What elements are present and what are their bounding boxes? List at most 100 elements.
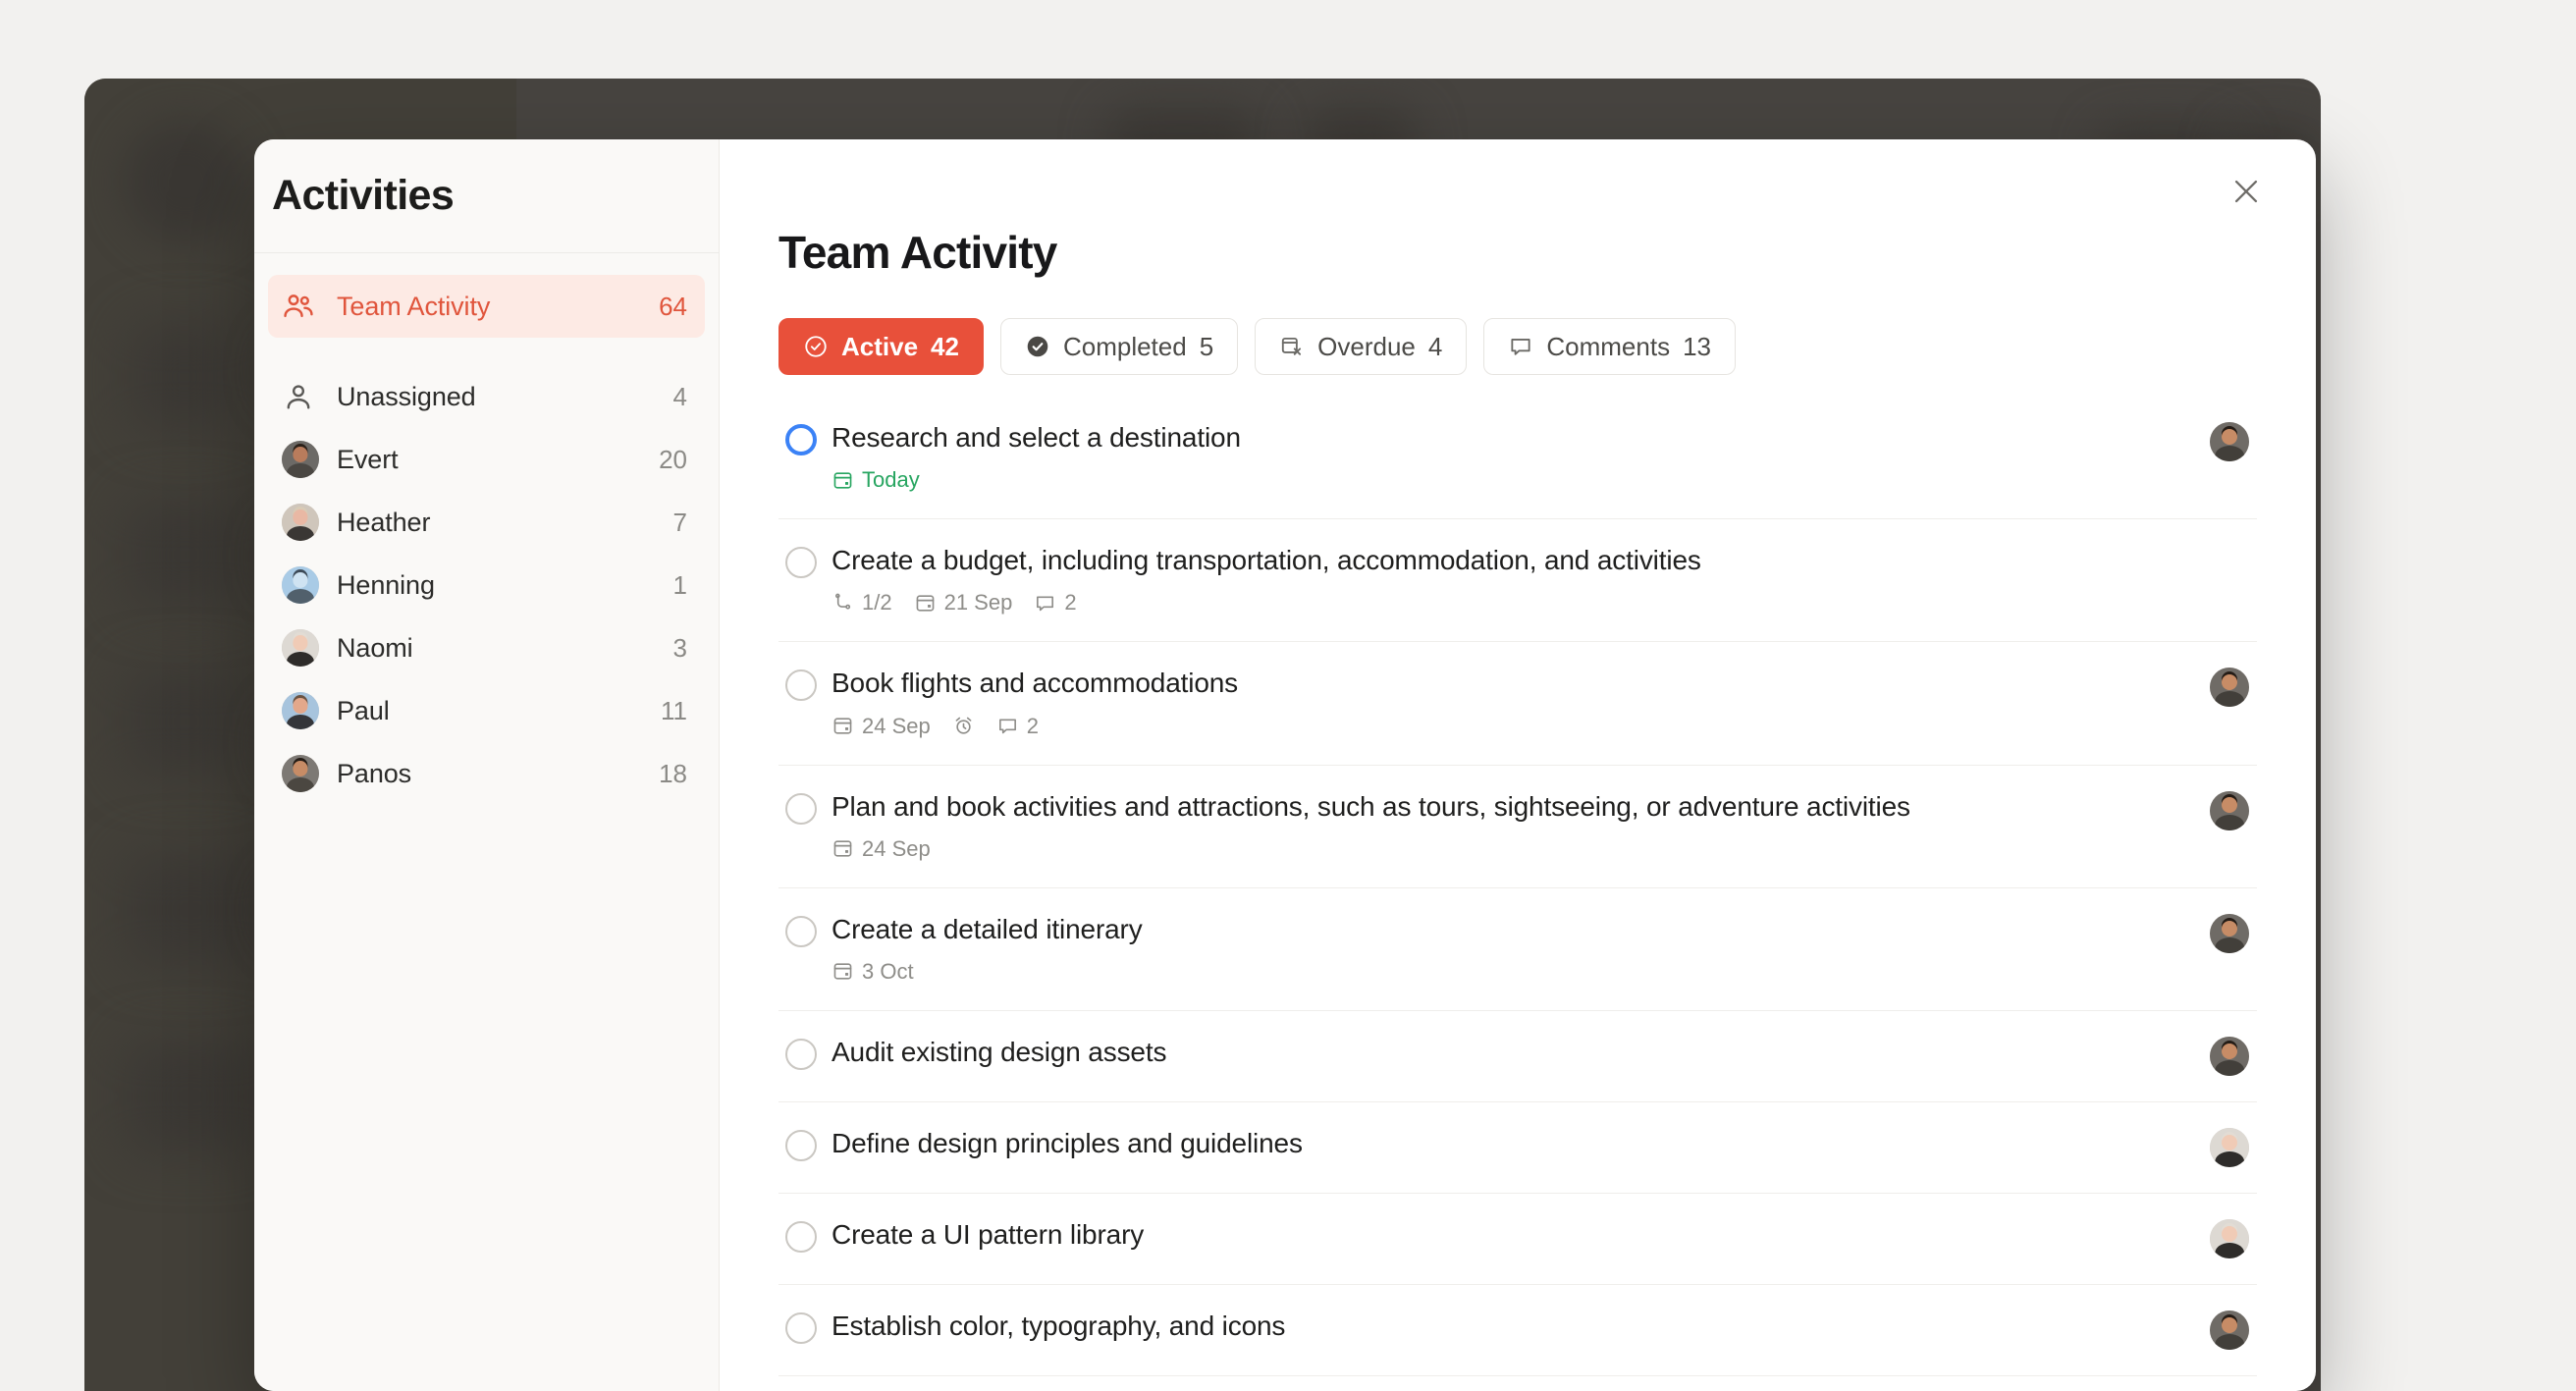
task-checkbox[interactable]: [778, 422, 824, 455]
task-assignee[interactable]: [2190, 1036, 2249, 1076]
desktop-backdrop: Activities Team Activity 64 Unassigned 4…: [0, 0, 2576, 1391]
task-assignee[interactable]: [2190, 913, 2249, 953]
sidebar-item-evert[interactable]: Evert 20: [268, 428, 705, 491]
page-title: Team Activity: [778, 227, 1057, 278]
task-title: Book flights and accommodations: [832, 668, 1239, 699]
task-row[interactable]: Plan and book activities and attractions…: [778, 766, 2257, 888]
sidebar-divider-gap: [268, 338, 705, 365]
avatar: [2210, 422, 2249, 461]
task-row[interactable]: Research and select a destination Today: [778, 397, 2257, 520]
task-checkbox[interactable]: [778, 1219, 824, 1253]
sidebar-item-paul[interactable]: Paul 11: [268, 679, 705, 742]
tab-completed[interactable]: Completed 5: [999, 318, 1239, 375]
checkbox-circle-icon[interactable]: [785, 547, 817, 579]
sidebar-item-icon: [282, 290, 321, 323]
task-row[interactable]: Create a budget, including transportatio…: [778, 519, 2257, 643]
comment-icon: [1034, 592, 1056, 615]
task-meta-item: 3 Oct: [832, 959, 914, 985]
task-body: Book flights and accommodations 24 Sep 2: [824, 668, 2190, 738]
avatar: [282, 755, 319, 792]
avatar: [2210, 913, 2249, 953]
checkbox-circle-icon[interactable]: [785, 1129, 817, 1161]
tab-count: 13: [1683, 331, 1711, 361]
checkbox-circle-icon[interactable]: [785, 424, 817, 455]
task-row[interactable]: Define design principles and guidelines: [778, 1102, 2257, 1194]
task-title: Create a budget, including transportatio…: [832, 545, 1701, 576]
task-meta-text: Today: [862, 467, 920, 493]
sidebar-item-panos[interactable]: Panos 18: [268, 742, 705, 805]
sidebar-item-unassigned[interactable]: Unassigned 4: [268, 365, 705, 428]
subtask-icon: [832, 592, 854, 615]
tab-label: Comments: [1546, 331, 1671, 361]
checkbox-circle-icon[interactable]: [785, 669, 817, 702]
task-row[interactable]: Create a UI pattern library: [778, 1194, 2257, 1285]
tab-active[interactable]: Active 42: [778, 318, 984, 375]
task-checkbox[interactable]: [778, 1311, 824, 1344]
tab-comments[interactable]: Comments 13: [1483, 318, 1736, 375]
calendar-x-icon: [1279, 334, 1305, 359]
task-checkbox[interactable]: [778, 1128, 824, 1161]
sidebar-item-count: 18: [659, 758, 687, 788]
tab-count: 4: [1427, 331, 1443, 361]
task-body: Create a budget, including transportatio…: [824, 545, 2190, 615]
task-title: Create a detailed itinerary: [832, 913, 1143, 944]
sidebar-item-heather[interactable]: Heather 7: [268, 491, 705, 554]
task-assignee[interactable]: [2190, 668, 2249, 708]
calendar-icon: [914, 592, 937, 615]
checkbox-circle-icon[interactable]: [785, 1038, 817, 1070]
task-assignee[interactable]: [2190, 422, 2249, 461]
avatar: [2210, 1310, 2249, 1350]
task-checkbox[interactable]: [778, 914, 824, 947]
avatar: [2210, 1218, 2249, 1258]
task-assignee[interactable]: [2190, 790, 2249, 830]
task-body: Establish color, typography, and icons: [824, 1311, 2190, 1342]
task-checkbox[interactable]: [778, 1037, 824, 1070]
task-checkbox[interactable]: [778, 545, 824, 579]
sidebar-item-label: Naomi: [337, 632, 413, 663]
task-row[interactable]: Establish color, typography, and icons: [778, 1285, 2257, 1376]
sidebar-item-count: 4: [672, 381, 687, 411]
task-meta-text: 24 Sep: [862, 713, 931, 738]
task-title: Research and select a destination: [832, 422, 1241, 453]
sidebar-item-naomi[interactable]: Naomi 3: [268, 616, 705, 679]
sidebar-item-icon: [282, 566, 321, 604]
avatar: [282, 692, 319, 729]
avatar: [2210, 1036, 2249, 1076]
task-assignee[interactable]: [2190, 545, 2249, 584]
sidebar-item-label: Team Activity: [337, 291, 491, 321]
comment-icon: [1508, 334, 1533, 359]
checkbox-circle-icon[interactable]: [785, 792, 817, 825]
sidebar-item-team-activity[interactable]: Team Activity 64: [268, 275, 705, 338]
task-checkbox[interactable]: [778, 791, 824, 825]
checkbox-circle-icon[interactable]: [785, 1220, 817, 1253]
task-body: Audit existing design assets: [824, 1037, 2190, 1068]
sidebar-item-icon: [282, 755, 321, 792]
checkbox-circle-icon[interactable]: [785, 1311, 817, 1344]
sidebar-item-icon: [282, 692, 321, 729]
close-icon[interactable]: [2220, 165, 2273, 218]
task-body: Create a UI pattern library: [824, 1219, 2190, 1251]
task-meta-item: 1/2: [832, 590, 892, 615]
task-meta-item: [952, 715, 975, 737]
task-meta-item: 24 Sep: [832, 836, 931, 862]
task-body: Create a detailed itinerary 3 Oct: [824, 914, 2190, 985]
checkbox-circle-icon[interactable]: [785, 915, 817, 947]
sidebar-item-label: Unassigned: [337, 381, 476, 411]
task-assignee[interactable]: [2190, 1127, 2249, 1167]
sidebar-item-henning[interactable]: Henning 1: [268, 554, 705, 616]
tab-label: Completed: [1062, 331, 1187, 361]
task-row[interactable]: Create a detailed itinerary 3 Oct: [778, 888, 2257, 1011]
task-assignee[interactable]: [2190, 1310, 2249, 1350]
task-assignee[interactable]: [2190, 1218, 2249, 1258]
alarm-icon: [952, 715, 975, 737]
tab-overdue[interactable]: Overdue 4: [1255, 318, 1468, 375]
tab-count: 42: [931, 331, 959, 361]
task-row[interactable]: Audit existing design assets: [778, 1011, 2257, 1102]
tab-label: Active: [841, 331, 919, 361]
tab-label: Overdue: [1317, 331, 1416, 361]
task-row[interactable]: Book flights and accommodations 24 Sep 2: [778, 642, 2257, 766]
sidebar-item-icon: [282, 504, 321, 541]
task-meta-text: 1/2: [862, 590, 892, 615]
task-checkbox[interactable]: [778, 668, 824, 702]
task-meta: 24 Sep: [832, 836, 2190, 862]
